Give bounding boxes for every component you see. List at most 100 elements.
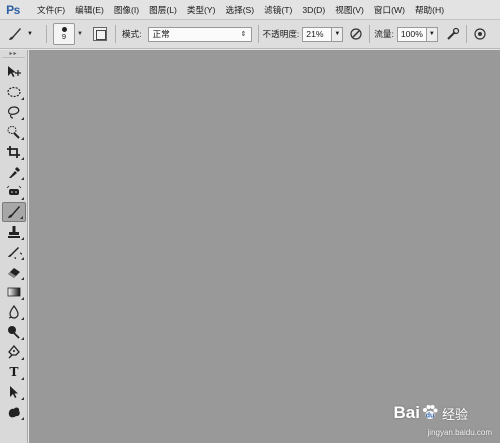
submenu-indicator bbox=[21, 297, 24, 300]
path-select-icon bbox=[6, 385, 22, 399]
menu-layer[interactable]: 图层(L) bbox=[144, 4, 182, 16]
flow-value: 100% bbox=[400, 29, 423, 39]
lasso-icon bbox=[6, 105, 22, 119]
mode-label: 模式: bbox=[121, 29, 142, 39]
eyedropper-icon bbox=[6, 165, 22, 179]
separator bbox=[465, 25, 467, 43]
spot-healing-tool[interactable] bbox=[2, 182, 26, 202]
spot-healing-icon bbox=[6, 185, 22, 199]
menu-window[interactable]: 窗口(W) bbox=[369, 4, 410, 16]
pen-tool[interactable] bbox=[2, 342, 26, 362]
separator bbox=[114, 25, 116, 43]
lasso-tool[interactable] bbox=[2, 102, 26, 122]
workspace-canvas[interactable]: Bai du 经验 jingyan.baidu.com bbox=[29, 50, 500, 443]
menu-3d[interactable]: 3D(D) bbox=[297, 5, 330, 15]
menu-filter[interactable]: 滤镜(T) bbox=[259, 4, 297, 16]
crop-tool[interactable] bbox=[2, 142, 26, 162]
chevron-down-icon[interactable]: ▼ bbox=[77, 31, 83, 37]
quick-select-icon bbox=[6, 125, 22, 139]
dodge-icon bbox=[6, 325, 22, 339]
move-icon bbox=[6, 65, 22, 79]
eyedropper-tool[interactable] bbox=[2, 162, 26, 182]
eraser-tool[interactable] bbox=[2, 262, 26, 282]
separator bbox=[46, 25, 47, 43]
menu-bar: Ps 文件(F) 编辑(E) 图像(I) 图层(L) 类型(Y) 选择(S) 滤… bbox=[0, 0, 500, 20]
submenu-indicator bbox=[21, 97, 24, 100]
pressure-opacity-icon[interactable] bbox=[347, 25, 365, 43]
tool-preset-picker[interactable]: ▼ bbox=[6, 24, 42, 44]
submenu-indicator bbox=[21, 137, 24, 140]
type-tool[interactable]: T bbox=[2, 362, 26, 382]
paw-icon: du bbox=[421, 403, 439, 423]
submenu-indicator bbox=[21, 417, 24, 420]
menu-file[interactable]: 文件(F) bbox=[32, 4, 70, 16]
watermark-brand-suffix: 经验 bbox=[441, 406, 468, 422]
type-icon: T bbox=[9, 365, 19, 379]
toolbox-grip[interactable]: ▸▸ bbox=[2, 50, 25, 58]
flow-label: 流量: bbox=[374, 29, 394, 39]
menu-help[interactable]: 帮助(H) bbox=[410, 4, 449, 16]
photoshop-window: Ps 文件(F) 编辑(E) 图像(I) 图层(L) 类型(Y) 选择(S) 滤… bbox=[0, 0, 500, 443]
submenu-indicator bbox=[21, 377, 24, 380]
brush-icon bbox=[6, 25, 24, 43]
brush-size-value: 9 bbox=[61, 32, 67, 41]
gradient-tool[interactable] bbox=[2, 282, 26, 302]
menu-edit[interactable]: 编辑(E) bbox=[70, 4, 109, 16]
submenu-indicator bbox=[21, 337, 24, 340]
submenu-indicator bbox=[21, 237, 24, 240]
mode-select[interactable]: 正常 ⇕ bbox=[147, 26, 252, 42]
history-brush-tool[interactable] bbox=[2, 242, 26, 262]
crop-icon bbox=[6, 145, 22, 159]
submenu-indicator bbox=[21, 157, 24, 160]
brush-panel-toggle-icon[interactable] bbox=[92, 27, 107, 41]
opacity-slider-toggle[interactable]: ▼ bbox=[332, 26, 344, 42]
toolbox: ▸▸ T bbox=[0, 50, 28, 443]
dodge-tool[interactable] bbox=[2, 322, 26, 342]
clone-stamp-icon bbox=[6, 225, 22, 239]
app-logo[interactable]: Ps bbox=[0, 0, 26, 20]
quick-select-tool[interactable] bbox=[2, 122, 26, 142]
submenu-indicator bbox=[21, 117, 24, 120]
pen-icon bbox=[6, 345, 22, 359]
submenu-indicator bbox=[21, 177, 24, 180]
marquee-tool[interactable] bbox=[2, 82, 26, 102]
mode-value: 正常 bbox=[152, 29, 170, 39]
separator bbox=[257, 25, 259, 43]
submenu-indicator bbox=[21, 397, 24, 400]
svg-text:du: du bbox=[426, 413, 435, 420]
submenu-indicator bbox=[21, 257, 24, 260]
clone-stamp-tool[interactable] bbox=[2, 222, 26, 242]
flow-input[interactable]: 100% bbox=[396, 26, 427, 42]
airbrush-icon[interactable] bbox=[444, 25, 462, 43]
shape-icon bbox=[6, 405, 22, 419]
opacity-input[interactable]: 21% bbox=[302, 26, 333, 42]
path-select-tool[interactable] bbox=[2, 382, 26, 402]
menu-image[interactable]: 图像(I) bbox=[109, 4, 144, 16]
opacity-value: 21% bbox=[306, 29, 324, 39]
pressure-size-icon[interactable] bbox=[471, 25, 489, 43]
flow-slider-toggle[interactable]: ▼ bbox=[426, 26, 438, 42]
shape-tool[interactable] bbox=[2, 402, 26, 422]
app-logo-text: Ps bbox=[6, 2, 20, 17]
brush-preset-picker[interactable]: 9 bbox=[53, 23, 75, 45]
blur-icon bbox=[6, 305, 22, 319]
collapse-arrows-icon: ▸▸ bbox=[9, 51, 18, 57]
submenu-indicator bbox=[21, 317, 24, 320]
menu-select[interactable]: 选择(S) bbox=[221, 4, 260, 16]
separator bbox=[369, 25, 371, 43]
watermark-brand: Bai bbox=[393, 403, 420, 422]
menu-type[interactable]: 类型(Y) bbox=[182, 4, 221, 16]
eraser-icon bbox=[6, 265, 22, 279]
submenu-indicator bbox=[21, 357, 24, 360]
options-bar: ▼ 9 ▼ 模式: 正常 ⇕ 不透明度: 21% ▼ 流量: 100% ▼ bbox=[0, 20, 500, 49]
gradient-icon bbox=[6, 285, 22, 299]
watermark-url: jingyan.baidu.com bbox=[427, 428, 492, 437]
opacity-label: 不透明度: bbox=[262, 29, 300, 39]
submenu-indicator bbox=[20, 216, 23, 219]
blur-tool[interactable] bbox=[2, 302, 26, 322]
brush-tool[interactable] bbox=[2, 202, 26, 222]
chevron-down-icon: ▼ bbox=[27, 31, 33, 37]
move-tool[interactable] bbox=[2, 62, 26, 82]
menu-view[interactable]: 视图(V) bbox=[330, 4, 369, 16]
history-brush-icon bbox=[6, 245, 22, 259]
